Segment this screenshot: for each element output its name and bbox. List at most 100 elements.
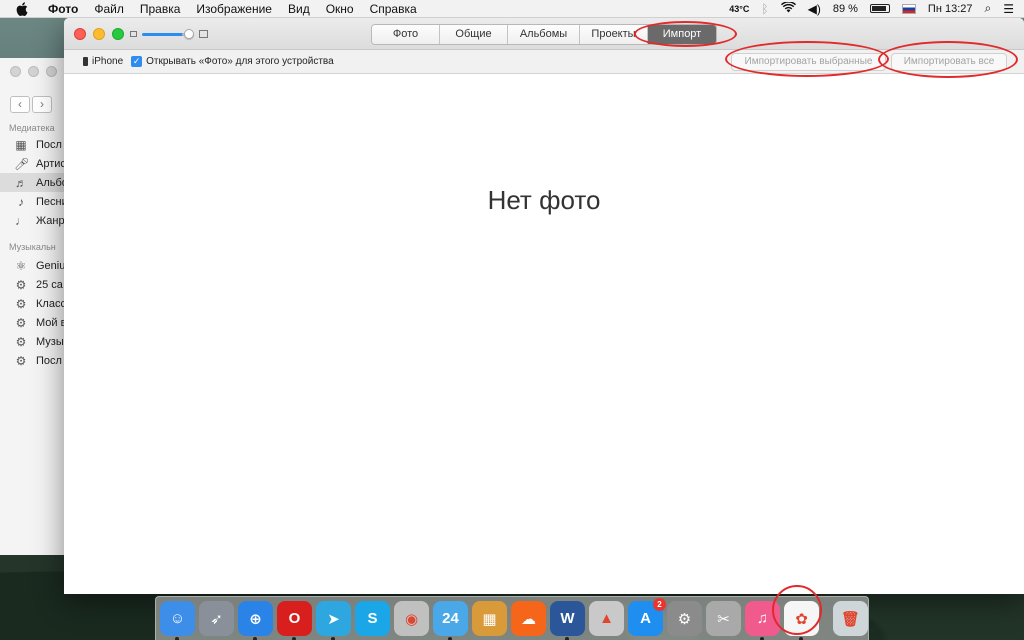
input-source-flag-icon[interactable] <box>901 3 916 14</box>
device-label: iPhone <box>83 56 123 67</box>
tab-albums[interactable]: Альбомы <box>508 25 580 44</box>
clock[interactable]: Пн 13:27 <box>928 3 973 15</box>
volume-icon[interactable]: ◀) <box>808 2 821 16</box>
dock-glyph: ⚙ <box>677 610 692 628</box>
sidebar-item-playlist-5[interactable]: ⚙ Посл <box>0 351 69 370</box>
sidebar-item-playlist-1[interactable]: ⚙ 25 са <box>0 275 69 294</box>
view-tabs: Фото Общие Альбомы Проекты Импорт <box>371 24 717 45</box>
menu-file[interactable]: Файл <box>86 2 132 16</box>
apple-menu-icon[interactable] <box>16 1 30 16</box>
dock-glyph: S <box>367 610 378 627</box>
gear-icon: ⚙ <box>15 334 27 349</box>
sidebar-section-playlists: Музыкальн <box>9 242 56 252</box>
tab-projects[interactable]: Проекты <box>580 25 648 44</box>
sidebar-item-playlist-2[interactable]: ⚙ Класс <box>0 294 69 313</box>
preview-icon[interactable]: ▦ <box>472 601 507 636</box>
close-button[interactable] <box>74 28 86 40</box>
small-photo-icon <box>130 31 137 37</box>
tab-import[interactable]: Импорт <box>648 25 716 44</box>
system-preferences-icon[interactable]: ⚙ <box>667 601 702 636</box>
skype-icon[interactable]: S <box>355 601 390 636</box>
device-name: iPhone <box>92 56 124 67</box>
itunes-close-button[interactable] <box>10 66 21 77</box>
menu-bar: Фото Файл Правка Изображение Вид Окно Сп… <box>0 0 1024 18</box>
calendar-24-icon[interactable]: 24 <box>433 601 468 640</box>
import-selected-button[interactable]: Импортировать выбранные <box>731 53 886 71</box>
word-icon[interactable]: W <box>550 601 585 640</box>
dock-glyph: A <box>640 610 651 627</box>
forward-button[interactable]: › <box>32 96 52 113</box>
thumbnail-size-slider[interactable] <box>130 28 208 39</box>
itunes-icon[interactable]: ♫ <box>745 601 780 640</box>
bluetooth-icon[interactable]: ᛒ <box>761 2 768 16</box>
sidebar-item-recent[interactable]: ▦ Посл <box>0 135 69 154</box>
slider-knob[interactable] <box>184 28 194 39</box>
slider-track[interactable] <box>142 28 194 39</box>
sidebar-item-playlist-3[interactable]: ⚙ Мой в <box>0 313 69 332</box>
soundcloud-icon[interactable]: ☁ <box>511 601 546 636</box>
dock-glyph: O <box>288 610 301 627</box>
search-icon[interactable]: ⌕ <box>985 1 992 16</box>
trash-icon[interactable]: 🗑 <box>833 601 868 636</box>
gear-icon: ⚙ <box>15 353 27 368</box>
sidebar-item-label: Жанр <box>36 214 65 227</box>
itunes-minimize-button[interactable] <box>28 66 39 77</box>
dock-glyph: ➤ <box>327 610 340 628</box>
safari-icon[interactable]: ⊕ <box>238 601 273 640</box>
menu-app-name[interactable]: Фото <box>40 2 86 16</box>
tab-photos[interactable]: Фото <box>372 25 440 44</box>
sidebar-item-label: Музы <box>36 335 64 348</box>
gear-icon: ⚙ <box>15 296 27 311</box>
genre-icon: ♩ <box>15 213 27 228</box>
vlc-icon[interactable]: ▲ <box>589 601 624 636</box>
open-photos-label[interactable]: Открывать «Фото» для этого устройства <box>146 56 334 67</box>
sidebar-item-genius[interactable]: ⚛ Geniu <box>0 256 69 275</box>
sidebar-item-label: Артис <box>36 157 66 170</box>
back-button[interactable]: ‹ <box>10 96 30 113</box>
photos-app-icon[interactable]: ✿ <box>784 601 819 640</box>
app-store-icon[interactable]: A2 <box>628 598 666 636</box>
dock: ☺ ➶ ⊕ O ➤ S ◉ 24 ▦ ☁ W ▲ A 2 ⚙ ✂ ♫ ✿ 🗑 <box>155 596 869 640</box>
temperature-readout[interactable]: 43°C <box>729 4 749 14</box>
gear-icon: ⚙ <box>15 315 27 330</box>
sidebar-item-label: Песни <box>36 195 68 208</box>
open-photos-option[interactable]: ✓ Открывать «Фото» для этого устройства <box>131 56 334 67</box>
menu-window[interactable]: Окно <box>318 2 362 16</box>
screenshot-app-icon[interactable]: ◉ <box>394 601 429 636</box>
menu-help[interactable]: Справка <box>362 2 425 16</box>
finder-icon[interactable]: ☺ <box>160 601 195 640</box>
launchpad-icon[interactable]: ➶ <box>199 601 234 636</box>
itunes-zoom-button[interactable] <box>46 66 57 77</box>
menu-edit[interactable]: Правка <box>132 2 189 16</box>
utility-app-icon[interactable]: ✂ <box>706 601 741 636</box>
dock-glyph: ◉ <box>404 610 419 628</box>
opera-icon[interactable]: O <box>277 601 312 640</box>
sidebar-item-artists[interactable]: 🎤︎ Артис <box>0 154 69 173</box>
notification-center-icon[interactable]: ☰ <box>1003 2 1014 16</box>
wifi-icon[interactable] <box>780 0 796 16</box>
sidebar-item-label: Посл <box>36 138 62 151</box>
telegram-icon[interactable]: ➤ <box>316 601 351 640</box>
open-photos-checkbox[interactable]: ✓ <box>131 56 143 67</box>
tab-shared[interactable]: Общие <box>440 25 508 44</box>
battery-icon[interactable] <box>869 4 890 13</box>
sidebar-item-songs[interactable]: ♪ Песни <box>0 192 69 211</box>
sidebar-item-label: Класс <box>36 297 66 310</box>
zoom-button[interactable] <box>112 28 124 40</box>
minimize-button[interactable] <box>93 28 105 40</box>
grid-icon: ▦ <box>15 137 27 152</box>
battery-percent[interactable]: 89 % <box>833 3 858 15</box>
itunes-navigation: ‹ › <box>10 96 52 113</box>
menu-view[interactable]: Вид <box>280 2 318 16</box>
dock-glyph: ⊕ <box>249 610 262 628</box>
empty-state-message: Нет фото <box>487 185 601 215</box>
dock-glyph: ♫ <box>756 610 769 627</box>
sidebar-item-albums[interactable]: ♬ Альбо <box>0 173 69 192</box>
sidebar-item-genres[interactable]: ♩ Жанр <box>0 211 69 230</box>
sidebar-item-playlist-4[interactable]: ⚙ Музы <box>0 332 69 351</box>
album-icon: ♬ <box>15 175 27 190</box>
sidebar-item-label: Мой в <box>36 316 67 329</box>
menu-image[interactable]: Изображение <box>188 2 280 16</box>
import-all-button[interactable]: Импортировать все <box>891 53 1007 71</box>
photos-window: Фото Общие Альбомы Проекты Импорт iPhone… <box>64 18 1024 594</box>
